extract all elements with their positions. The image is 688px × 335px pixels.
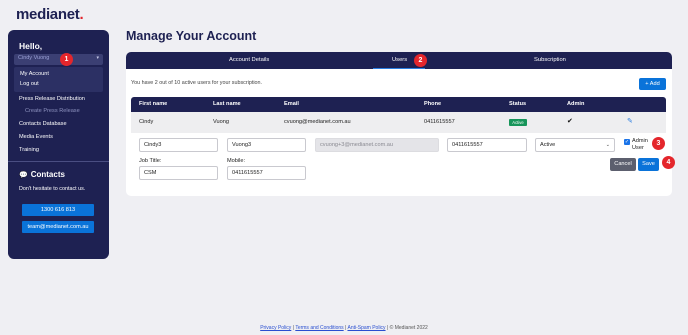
mobile-label: Mobile: (227, 158, 246, 164)
nav-contacts-database[interactable]: Contacts Database (19, 121, 67, 127)
medianet-logo[interactable]: medianet. (16, 6, 84, 23)
col-status: Status (509, 101, 527, 107)
table-row[interactable]: Cindy Vuong cvuong@medianet.com.au 04116… (131, 112, 666, 133)
col-last-name: Last name (213, 101, 241, 107)
col-phone: Phone (424, 101, 442, 107)
phone-button[interactable]: 1300 616 813 (22, 204, 94, 216)
user-select[interactable]: Cindy Vuong ▾ (14, 54, 103, 65)
logo-text: medianet (16, 6, 80, 23)
admin-check-icon: ✔ (567, 118, 573, 125)
first-name-input[interactable]: Cindy3 (139, 138, 218, 152)
nav-press-release-distribution[interactable]: Press Release Distribution (19, 96, 85, 102)
nav-training[interactable]: Training (19, 147, 39, 153)
usage-text: You have 2 out of 10 active users for yo… (131, 80, 263, 86)
copyright: © Medianet 2022 (389, 325, 428, 331)
status-select-value: Active (540, 142, 556, 148)
cell-first-name: Cindy (139, 119, 154, 125)
admin-checkbox[interactable]: ✓ (624, 139, 630, 145)
cell-phone: 0411615557 (424, 119, 455, 125)
contacts-title-text: Contacts (30, 170, 65, 179)
email-button[interactable]: team@medianet.com.au (22, 221, 94, 233)
contacts-heading: 💬 Contacts (19, 170, 65, 179)
step-badge-3: 3 (652, 137, 665, 150)
cell-email: cvuong@medianet.com.au (284, 119, 351, 125)
status-badge: Active (509, 119, 527, 126)
nav-media-events[interactable]: Media Events (19, 134, 53, 140)
job-title-input[interactable]: CSM (139, 166, 218, 180)
edit-pencil-icon[interactable]: ✎ (627, 117, 633, 125)
add-user-button[interactable]: + Add (639, 78, 666, 90)
footer: Privacy Policy | Terms and Conditions | … (0, 325, 688, 331)
cell-last-name: Vuong (213, 119, 229, 125)
cancel-button[interactable]: Cancel (610, 158, 636, 171)
account-dropdown: My Account Log out (14, 67, 103, 92)
greeting: Hello, (19, 41, 43, 51)
job-title-label: Job Title: (139, 158, 162, 164)
anti-spam-link[interactable]: Anti-Spam Policy (347, 325, 385, 331)
col-email: Email (284, 101, 299, 107)
sidebar: Hello, Cindy Vuong ▾ My Account Log out … (8, 30, 109, 259)
chevron-down-icon: ▾ (96, 55, 99, 61)
col-first-name: First name (139, 101, 168, 107)
step-badge-1: 1 (60, 53, 73, 66)
terms-link[interactable]: Terms and Conditions (295, 325, 343, 331)
step-badge-4: 4 (662, 156, 675, 169)
privacy-policy-link[interactable]: Privacy Policy (260, 325, 291, 331)
tab-account-details[interactable]: Account Details (229, 57, 269, 63)
admin-user-label: Admin User (632, 138, 648, 151)
logo-dot: . (79, 6, 84, 23)
nav-create-press-release[interactable]: Create Press Release (25, 108, 80, 114)
step-badge-2: 2 (414, 54, 427, 67)
tab-users[interactable]: Users (392, 57, 407, 63)
phone-input[interactable]: 0411615557 (447, 138, 527, 152)
tab-bar: Account Details Users Subscription (126, 52, 672, 69)
menu-log-out[interactable]: Log out (20, 81, 39, 87)
mobile-input[interactable]: 0411615557 (227, 166, 306, 180)
email-input: cvuong+3@medianet.com.au (315, 138, 439, 152)
col-admin: Admin (567, 101, 585, 107)
last-name-input[interactable]: Vuong3 (227, 138, 306, 152)
chat-bubble-icon: 💬 (19, 172, 28, 179)
tab-subscription[interactable]: Subscription (534, 57, 566, 63)
chevron-down-icon: ⌄ (605, 142, 610, 148)
user-select-value: Cindy Vuong (18, 55, 50, 61)
save-button[interactable]: Save (638, 158, 659, 171)
users-table-header: First name Last name Email Phone Status … (131, 97, 666, 112)
status-select[interactable]: Active ⌄ (535, 138, 615, 152)
menu-my-account[interactable]: My Account (20, 71, 49, 77)
add-user-label: Add (649, 81, 660, 87)
sidebar-divider (8, 161, 109, 162)
contacts-description: Don't hesitate to contact us. (19, 186, 86, 192)
page-title: Manage Your Account (126, 29, 257, 43)
